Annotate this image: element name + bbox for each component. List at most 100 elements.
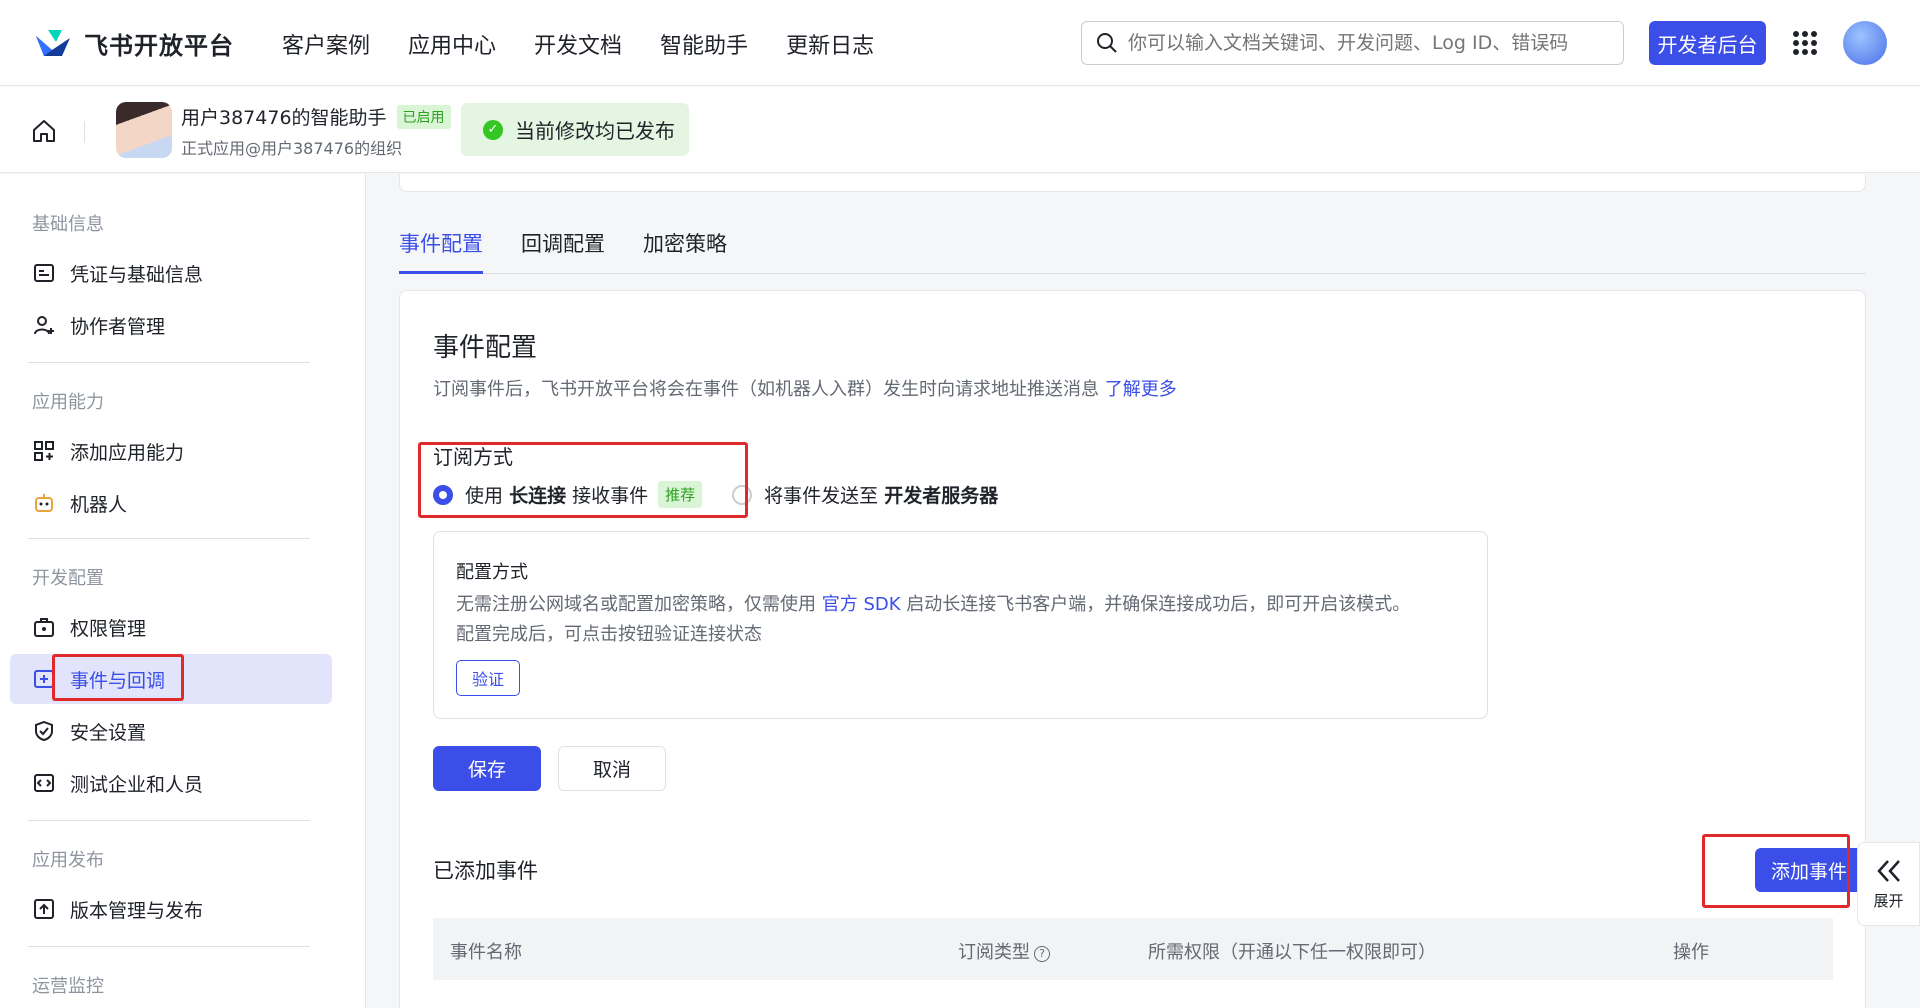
radio-developer-server[interactable] xyxy=(732,484,753,505)
sidebar-item-collaborators[interactable]: 协作者管理 xyxy=(10,300,332,350)
app-avatar xyxy=(116,102,172,158)
config-text: 无需注册公网域名或配置加密策略，仅需使用 xyxy=(456,594,816,615)
add-event-button[interactable]: 添加事件 xyxy=(1755,848,1863,892)
verify-button[interactable]: 验证 xyxy=(456,660,520,696)
option-developer-server-label[interactable]: 将事件发送至 开发者服务器 xyxy=(764,481,998,508)
sidebar-item-versions[interactable]: 版本管理与发布 xyxy=(10,884,332,934)
learn-more-link[interactable]: 了解更多 xyxy=(1105,379,1177,400)
app-header: 用户387476的智能助手 已启用 正式应用@用户387476的组织 ✓ 当前修… xyxy=(0,87,1920,173)
sidebar-section-basic: 基础信息 xyxy=(32,214,104,235)
check-circle-icon: ✓ xyxy=(483,119,503,140)
sidebar-section-monitoring: 运营监控 xyxy=(32,976,104,997)
publish-notice: ✓ 当前修改均已发布 xyxy=(461,103,689,156)
sidebar-item-label: 添加应用能力 xyxy=(70,441,185,464)
option-long-connection-label[interactable]: 使用 长连接 接收事件 xyxy=(465,481,648,508)
subscribe-mode-radio-group: 使用 长连接 接收事件 推荐 将事件发送至 开发者服务器 xyxy=(433,481,998,508)
sidebar-item-label: 事件与回调 xyxy=(70,669,166,692)
app-name: 用户387476的智能助手 xyxy=(181,107,387,129)
apps-grid-icon[interactable] xyxy=(1793,31,1817,55)
search-box[interactable] xyxy=(1081,21,1624,65)
publish-notice-text: 当前修改均已发布 xyxy=(515,119,675,143)
sidebar-item-permissions[interactable]: 权限管理 xyxy=(10,602,332,652)
app-title: 用户387476的智能助手 已启用 xyxy=(181,103,451,130)
sidebar-item-robot[interactable]: 机器人 xyxy=(10,478,332,528)
column-required-permissions: 所需权限（开通以下任一权限即可） xyxy=(1148,942,1436,963)
sidebar-section-release: 应用发布 xyxy=(32,850,104,871)
sidebar-item-label: 机器人 xyxy=(70,493,128,516)
option-bold: 长连接 xyxy=(509,485,567,507)
added-events-title: 已添加事件 xyxy=(433,859,538,883)
sidebar-section-dev: 开发配置 xyxy=(32,568,104,589)
expand-label: 展开 xyxy=(1873,891,1904,910)
status-badge: 已启用 xyxy=(396,104,451,129)
upload-icon xyxy=(34,899,54,919)
description-text: 订阅事件后，飞书开放平台将会在事件（如机器人入群）发生时向请求地址推送消息 xyxy=(433,379,1099,400)
column-label: 订阅类型 xyxy=(958,942,1030,963)
option-text: 使用 xyxy=(465,485,504,507)
search-input[interactable] xyxy=(1128,32,1608,54)
user-add-icon xyxy=(34,316,54,335)
option-bold: 开发者服务器 xyxy=(884,485,999,507)
divider xyxy=(84,121,85,143)
tab-encryption[interactable]: 加密策略 xyxy=(643,226,727,274)
sidebar-divider xyxy=(28,362,310,363)
card-edge xyxy=(399,174,1866,192)
option-text: 将事件发送至 xyxy=(764,485,879,507)
tab-event-config[interactable]: 事件配置 xyxy=(399,226,483,274)
sidebar-item-test-enterprise[interactable]: 测试企业和人员 xyxy=(10,758,332,808)
config-text: 配置完成后，可点击按钮验证连接状态 xyxy=(456,624,762,645)
sidebar-divider xyxy=(28,946,310,947)
column-event-name: 事件名称 xyxy=(450,942,522,963)
recommended-badge: 推荐 xyxy=(658,481,703,508)
robot-icon xyxy=(35,494,53,512)
nav-cases[interactable]: 客户案例 xyxy=(282,28,370,60)
sidebar-divider xyxy=(28,538,310,539)
sidebar-item-label: 测试企业和人员 xyxy=(70,773,204,796)
sidebar-section-capabilities: 应用能力 xyxy=(32,392,104,413)
nav-app-center[interactable]: 应用中心 xyxy=(408,28,496,60)
sidebar-item-label: 凭证与基础信息 xyxy=(70,263,204,286)
brand-logo[interactable]: 飞书开放平台 xyxy=(34,26,234,60)
tab-callback-config[interactable]: 回调配置 xyxy=(521,226,605,274)
official-sdk-link[interactable]: 官方 SDK xyxy=(822,594,901,615)
sidebar: 基础信息 凭证与基础信息 协作者管理 应用能力 添加应用能力 机器人 开发配置 … xyxy=(0,174,366,1008)
home-icon[interactable] xyxy=(30,117,58,145)
sidebar-item-credentials[interactable]: 凭证与基础信息 xyxy=(10,248,332,298)
app-org: 正式应用@用户387476的组织 xyxy=(181,139,403,158)
section-title: 事件配置 xyxy=(433,333,538,363)
search-icon xyxy=(1097,33,1117,53)
event-config-card: 事件配置 订阅事件后，飞书开放平台将会在事件（如机器人入群）发生时向请求地址推送… xyxy=(399,290,1866,1008)
tab-bar: 事件配置 回调配置 加密策略 xyxy=(399,226,1866,274)
section-description: 订阅事件后，飞书开放平台将会在事件（如机器人入群）发生时向请求地址推送消息 了解… xyxy=(433,375,1177,401)
sidebar-item-add-capability[interactable]: 添加应用能力 xyxy=(10,426,332,476)
sidebar-item-security[interactable]: 安全设置 xyxy=(10,706,332,756)
option-text: 接收事件 xyxy=(572,485,649,507)
sidebar-item-label: 安全设置 xyxy=(70,721,147,744)
save-button[interactable]: 保存 xyxy=(433,746,541,791)
subscribe-mode-label: 订阅方式 xyxy=(433,445,513,469)
nav-assistant[interactable]: 智能助手 xyxy=(660,28,748,60)
shield-icon xyxy=(35,720,53,742)
cancel-button[interactable]: 取消 xyxy=(558,746,666,791)
sidebar-item-label: 协作者管理 xyxy=(70,315,166,338)
nav-changelog[interactable]: 更新日志 xyxy=(786,28,874,60)
feishu-logo-icon xyxy=(36,30,70,56)
help-icon[interactable]: ? xyxy=(1034,945,1050,962)
apps-add-icon xyxy=(34,441,54,461)
brand-name: 飞书开放平台 xyxy=(84,31,234,60)
radio-long-connection[interactable] xyxy=(433,484,453,505)
main-content: 事件配置 回调配置 加密策略 事件配置 订阅事件后，飞书开放平台将会在事件（如机… xyxy=(366,174,1920,1008)
expand-panel-button[interactable]: 展开 xyxy=(1857,842,1920,926)
nav-docs[interactable]: 开发文档 xyxy=(534,28,622,60)
sidebar-item-events-callbacks[interactable]: 事件与回调 xyxy=(10,654,332,704)
sidebar-item-label: 版本管理与发布 xyxy=(70,899,204,922)
event-icon xyxy=(34,670,54,688)
column-subscribe-type: 订阅类型? xyxy=(958,938,1050,964)
developer-console-button[interactable]: 开发者后台 xyxy=(1649,21,1766,65)
main-nav: 客户案例 应用中心 开发文档 智能助手 更新日志 xyxy=(282,28,874,60)
id-card-icon xyxy=(34,264,54,282)
top-navbar: 飞书开放平台 客户案例 应用中心 开发文档 智能助手 更新日志 开发者后台 xyxy=(0,0,1920,86)
code-box-icon xyxy=(34,774,54,792)
events-table-header: 事件名称 订阅类型? 所需权限（开通以下任一权限即可） 操作 xyxy=(433,918,1833,980)
user-avatar[interactable] xyxy=(1843,21,1887,65)
